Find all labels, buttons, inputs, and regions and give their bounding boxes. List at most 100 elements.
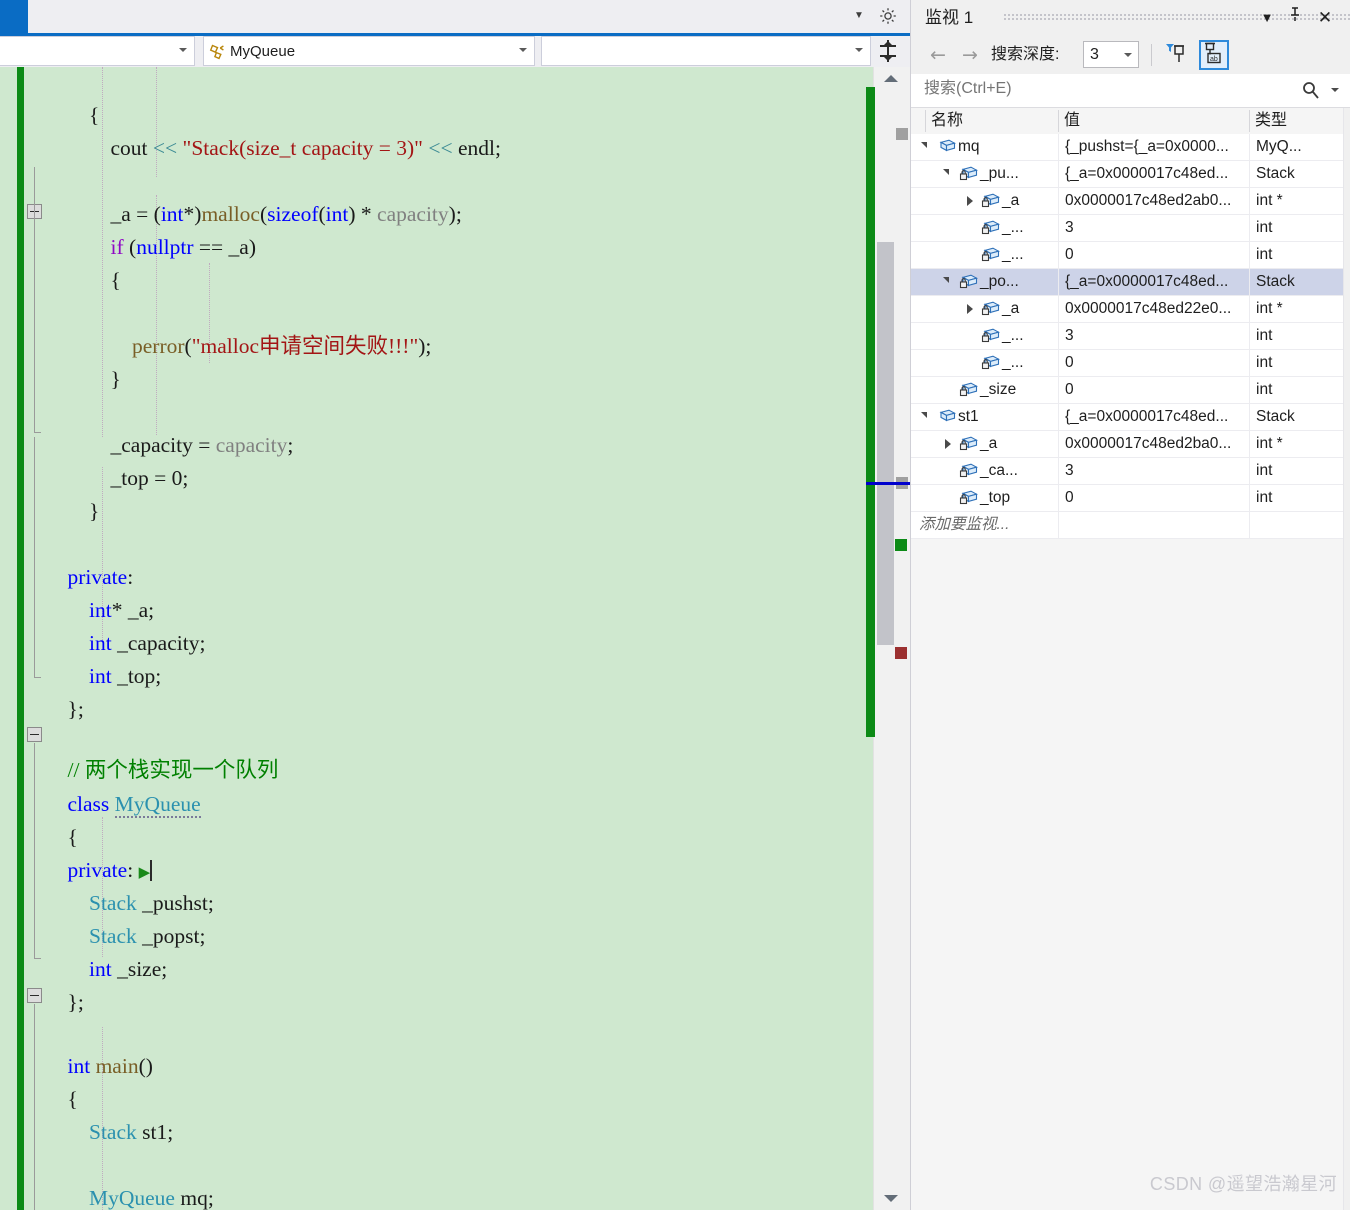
gear-icon[interactable] <box>878 6 898 26</box>
scrollbar-thumb[interactable] <box>877 242 894 645</box>
watch-row[interactable]: _a 0x0000017c48ed2ab0... int * <box>911 188 1350 215</box>
watch-add-row[interactable]: 添加要监视... <box>911 512 1350 539</box>
watch-search-bar[interactable] <box>911 74 1350 108</box>
close-icon[interactable]: ✕ <box>1313 6 1337 30</box>
watch-cell-name[interactable]: _top <box>911 485 1058 511</box>
magnifier-icon[interactable] <box>1301 79 1321 101</box>
watch-cell-value[interactable]: 3 <box>1058 215 1249 241</box>
breakpoint-margin[interactable] <box>0 67 17 1210</box>
watch-cell-value[interactable]: 0 <box>1058 242 1249 268</box>
watch-row[interactable]: _... 3 int <box>911 215 1350 242</box>
arrow-left-icon[interactable]: ← <box>927 44 949 66</box>
code-editor[interactable]: { cout << "Stack(size_t capacity = 3)" <… <box>0 67 910 1210</box>
filter-pin-icon[interactable] <box>1163 40 1193 70</box>
search-depth-dropdown[interactable]: 3 <box>1083 41 1139 68</box>
collapse-box-class-myqueue[interactable] <box>27 727 42 742</box>
watch-row[interactable]: _a 0x0000017c48ed22e0... int * <box>911 296 1350 323</box>
watch-cell-value[interactable]: {_pushst={_a=0x0000... <box>1058 134 1249 160</box>
watch-variable-name: _pu... <box>980 165 1019 182</box>
class-dropdown[interactable]: MyQueue <box>203 36 535 66</box>
column-header-type[interactable]: 类型 <box>1255 110 1287 132</box>
watch-variable-value: 0 <box>1065 381 1074 398</box>
watch-cell-value[interactable]: 0x0000017c48ed2ba0... <box>1058 431 1249 457</box>
header-divider[interactable] <box>1249 110 1250 132</box>
watch-cell-name[interactable]: 添加要监视... <box>911 512 1058 538</box>
watch-row[interactable]: _pu... {_a=0x0000017c48ed... Stack <box>911 161 1350 188</box>
watch-variable-name: _a <box>1002 300 1020 317</box>
watch-cell-name[interactable]: _... <box>911 350 1058 376</box>
watch-cell-value[interactable]: 0x0000017c48ed2ab0... <box>1058 188 1249 214</box>
watch-cell-type: int * <box>1249 431 1350 457</box>
watch-row[interactable]: _... 3 int <box>911 323 1350 350</box>
watch-cell-name[interactable]: mq <box>911 134 1058 160</box>
pin-ab-icon[interactable]: ab <box>1199 40 1229 70</box>
watch-variables-grid[interactable]: 名称 值 类型 mq {_pushst={_a=0x0000... MyQ... _p… <box>911 108 1350 1210</box>
watch-cell-value[interactable]: 3 <box>1058 323 1249 349</box>
watch-cell-name[interactable]: _a <box>911 296 1058 322</box>
watch-variable-type: int <box>1256 354 1273 371</box>
code-text-area[interactable]: { cout << "Stack(size_t capacity = 3)" <… <box>46 67 873 1210</box>
chevron-down-icon[interactable]: ▼ <box>852 9 866 23</box>
scroll-up-arrow[interactable] <box>884 75 898 82</box>
expander-open-icon[interactable] <box>943 169 949 175</box>
watch-row[interactable]: mq {_pushst={_a=0x0000... MyQ... <box>911 134 1350 161</box>
watch-row[interactable]: _size 0 int <box>911 377 1350 404</box>
watch-cell-value[interactable]: 0 <box>1058 377 1249 403</box>
editor-vertical-scrollbar[interactable] <box>866 67 911 1210</box>
expander-open-icon[interactable] <box>943 277 949 283</box>
watch-cell-value[interactable]: 0x0000017c48ed22e0... <box>1058 296 1249 322</box>
watch-variable-value: 0 <box>1065 489 1074 506</box>
watch-cell-value[interactable]: {_a=0x0000017c48ed... <box>1058 161 1249 187</box>
watch-variable-name: mq <box>958 138 980 155</box>
chevron-down-icon[interactable] <box>1331 88 1339 92</box>
watch-cell-name[interactable]: _... <box>911 215 1058 241</box>
watch-cell-name[interactable]: _a <box>911 431 1058 457</box>
watch-cell-value[interactable]: 3 <box>1058 458 1249 484</box>
watch-cell-name[interactable]: _size <box>911 377 1058 403</box>
chevron-down-icon[interactable]: ▼ <box>1255 6 1279 30</box>
watch-cell-value[interactable]: {_a=0x0000017c48ed... <box>1058 269 1249 295</box>
watch-cell-value[interactable] <box>1058 512 1249 538</box>
watch-cell-name[interactable]: _po... <box>911 269 1058 295</box>
collapse-box-main[interactable] <box>27 988 42 1003</box>
watch-cell-value[interactable]: 0 <box>1058 350 1249 376</box>
watch-row-list[interactable]: mq {_pushst={_a=0x0000... MyQ... _pu... {_a=… <box>911 134 1350 1099</box>
watch-cell-value[interactable]: {_a=0x0000017c48ed... <box>1058 404 1249 430</box>
add-watch-placeholder: 添加要监视... <box>919 516 1010 533</box>
watch-cell-name[interactable]: _a <box>911 188 1058 214</box>
expander-open-icon[interactable] <box>921 142 927 148</box>
watch-cell-name[interactable]: _ca... <box>911 458 1058 484</box>
split-editor-button[interactable] <box>876 39 900 63</box>
watch-cell-type: int <box>1249 323 1350 349</box>
pin-icon[interactable] <box>1283 6 1307 30</box>
watch-cell-name[interactable]: _... <box>911 323 1058 349</box>
watch-row[interactable]: st1 {_a=0x0000017c48ed... Stack <box>911 404 1350 431</box>
member-dropdown[interactable] <box>541 36 871 66</box>
watch-row[interactable]: _top 0 int <box>911 485 1350 512</box>
watch-variable-name: st1 <box>958 408 979 425</box>
outlining-margin[interactable] <box>24 67 46 1210</box>
watch-cell-value[interactable]: 0 <box>1058 485 1249 511</box>
column-header-value[interactable]: 值 <box>1064 110 1080 132</box>
expander-closed-icon[interactable] <box>967 304 973 314</box>
watch-cell-name[interactable]: _pu... <box>911 161 1058 187</box>
watch-cell-type: int <box>1249 458 1350 484</box>
column-header-name[interactable]: 名称 <box>931 110 963 132</box>
header-divider[interactable] <box>1058 110 1059 132</box>
watch-row[interactable]: _ca... 3 int <box>911 458 1350 485</box>
expander-closed-icon[interactable] <box>945 439 951 449</box>
scroll-down-arrow[interactable] <box>884 1195 898 1202</box>
expander-open-icon[interactable] <box>921 412 927 418</box>
watch-grid-empty-area[interactable] <box>911 539 1350 1099</box>
expander-closed-icon[interactable] <box>967 196 973 206</box>
watch-row[interactable]: _... 0 int <box>911 350 1350 377</box>
arrow-right-icon[interactable]: → <box>959 44 981 66</box>
active-document-tab[interactable]: ✕ <box>0 0 28 33</box>
scope-dropdown[interactable] <box>0 36 195 66</box>
watch-row[interactable]: _po... {_a=0x0000017c48ed... Stack <box>911 269 1350 296</box>
watch-row[interactable]: _a 0x0000017c48ed2ba0... int * <box>911 431 1350 458</box>
watch-row[interactable]: _... 0 int <box>911 242 1350 269</box>
watch-cell-name[interactable]: st1 <box>911 404 1058 430</box>
search-input[interactable] <box>922 79 1276 99</box>
watch-cell-name[interactable]: _... <box>911 242 1058 268</box>
